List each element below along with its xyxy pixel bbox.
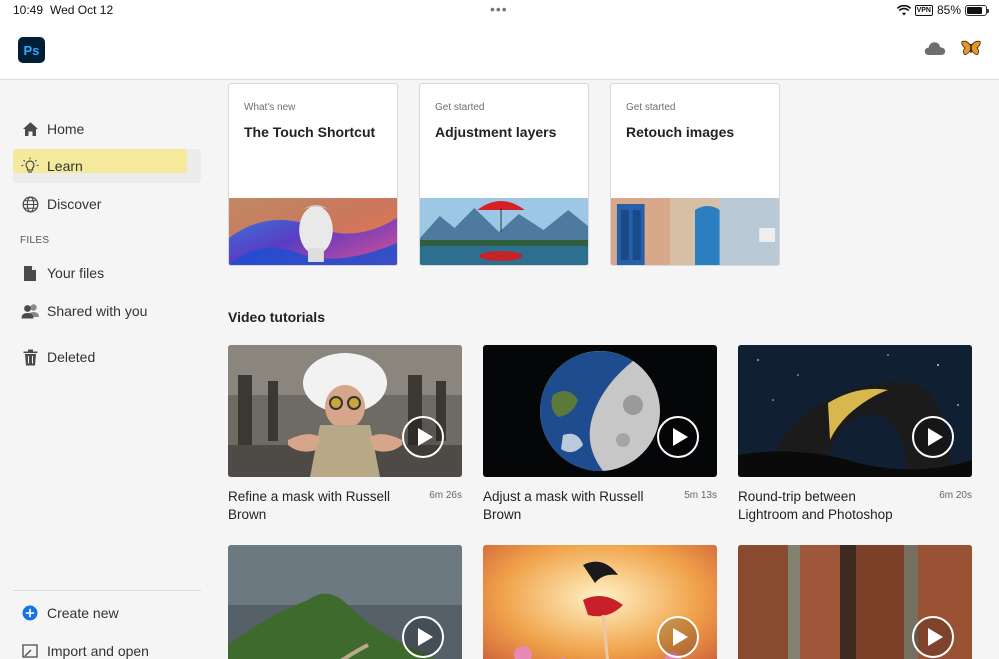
import-and-open-button[interactable]: Import and open <box>13 634 201 659</box>
wifi-icon <box>896 4 911 15</box>
card-title: Retouch images <box>626 124 735 140</box>
play-icon[interactable] <box>402 416 444 458</box>
card-kicker: Get started <box>435 102 485 113</box>
create-new-label: Create new <box>47 605 119 621</box>
sidebar-item-label: Discover <box>47 196 102 212</box>
import-and-open-label: Import and open <box>47 643 149 659</box>
video-duration: 6m 26s <box>429 490 462 501</box>
video-title: Round-trip between Lightroom and Photosh… <box>738 489 893 522</box>
video-thumbnail <box>738 345 972 477</box>
video-duration: 6m 20s <box>939 490 972 501</box>
video-thumbnail <box>483 345 717 477</box>
video-thumbnail <box>483 545 717 659</box>
trash-icon <box>13 349 47 366</box>
card-thumbnail-statue <box>229 198 397 265</box>
video-round-trip-lightroom[interactable]: Round-trip between Lightroom and Photosh… <box>738 345 972 522</box>
sidebar: Home Learn Discover FILES Your files Sha… <box>0 81 213 659</box>
sidebar-item-your-files[interactable]: Your files <box>13 256 201 290</box>
status-right: VPN 85% <box>896 3 989 17</box>
card-title: Adjustment layers <box>435 124 557 140</box>
file-icon <box>13 265 47 282</box>
photoshop-logo[interactable]: Ps <box>18 37 45 63</box>
status-bar: 10:49 Wed Oct 12 ••• VPN 85% <box>0 0 999 22</box>
multitasking-dots-icon[interactable]: ••• <box>490 1 508 17</box>
import-icon <box>13 643 47 659</box>
sidebar-item-label: Learn <box>47 158 83 174</box>
plus-circle-icon <box>13 605 47 621</box>
files-section-label: FILES <box>20 235 50 246</box>
play-icon[interactable] <box>912 416 954 458</box>
sidebar-item-label: Home <box>47 121 85 137</box>
sidebar-item-deleted[interactable]: Deleted <box>13 340 201 374</box>
play-icon[interactable] <box>657 416 699 458</box>
card-title: The Touch Shortcut <box>244 124 376 140</box>
video-title: Adjust a mask with Russell Brown <box>483 489 644 522</box>
sidebar-item-label: Your files <box>47 265 105 281</box>
lightbulb-icon <box>13 157 47 175</box>
battery-icon <box>965 4 989 16</box>
video-title: Refine a mask with Russell Brown <box>228 489 391 522</box>
sidebar-item-shared-with-you[interactable]: Shared with you <box>13 294 201 328</box>
sidebar-divider <box>13 590 201 591</box>
play-icon[interactable] <box>912 616 954 658</box>
vpn-badge: VPN <box>914 4 933 16</box>
card-thumbnail-lake-umbrella <box>420 198 588 265</box>
learn-card-adjustment-layers[interactable]: Get started Adjustment layers <box>419 83 589 266</box>
video-coastal-path[interactable] <box>228 545 462 659</box>
video-dancer[interactable] <box>483 545 717 659</box>
play-icon[interactable] <box>657 616 699 658</box>
shared-users-icon <box>13 303 47 319</box>
sidebar-item-discover[interactable]: Discover <box>13 187 201 221</box>
sidebar-item-label: Shared with you <box>47 303 148 319</box>
video-tutorials-heading: Video tutorials <box>228 309 325 325</box>
video-redwood-trees[interactable] <box>738 545 972 659</box>
video-refine-mask[interactable]: Refine a mask with Russell Brown 6m 26s <box>228 345 462 522</box>
play-icon[interactable] <box>402 616 444 658</box>
sidebar-item-home[interactable]: Home <box>13 112 201 146</box>
main-content: What's new The Touch Shortcut Get starte… <box>213 81 999 659</box>
video-thumbnail <box>738 545 972 659</box>
video-adjust-mask[interactable]: Adjust a mask with Russell Brown 5m 13s <box>483 345 717 522</box>
sidebar-item-learn[interactable]: Learn <box>13 149 201 183</box>
card-kicker: Get started <box>626 102 676 113</box>
home-icon <box>13 121 47 137</box>
video-thumbnail <box>228 345 462 477</box>
battery-percent: 85% <box>936 3 961 17</box>
create-new-button[interactable]: Create new <box>13 596 201 630</box>
card-thumbnail-doors <box>611 198 779 265</box>
learn-card-touch-shortcut[interactable]: What's new The Touch Shortcut <box>228 83 398 266</box>
video-thumbnail <box>228 545 462 659</box>
sidebar-item-label: Deleted <box>47 349 96 365</box>
video-duration: 5m 13s <box>684 490 717 501</box>
learn-card-retouch-images[interactable]: Get started Retouch images <box>610 83 780 266</box>
globe-icon <box>13 196 47 213</box>
status-time: 10:49 <box>13 3 44 17</box>
card-kicker: What's new <box>244 102 296 113</box>
app-header: Ps <box>0 22 999 80</box>
cloud-icon[interactable] <box>924 41 946 56</box>
status-date: Wed Oct 12 <box>50 3 114 17</box>
butterfly-icon[interactable] <box>961 40 981 57</box>
